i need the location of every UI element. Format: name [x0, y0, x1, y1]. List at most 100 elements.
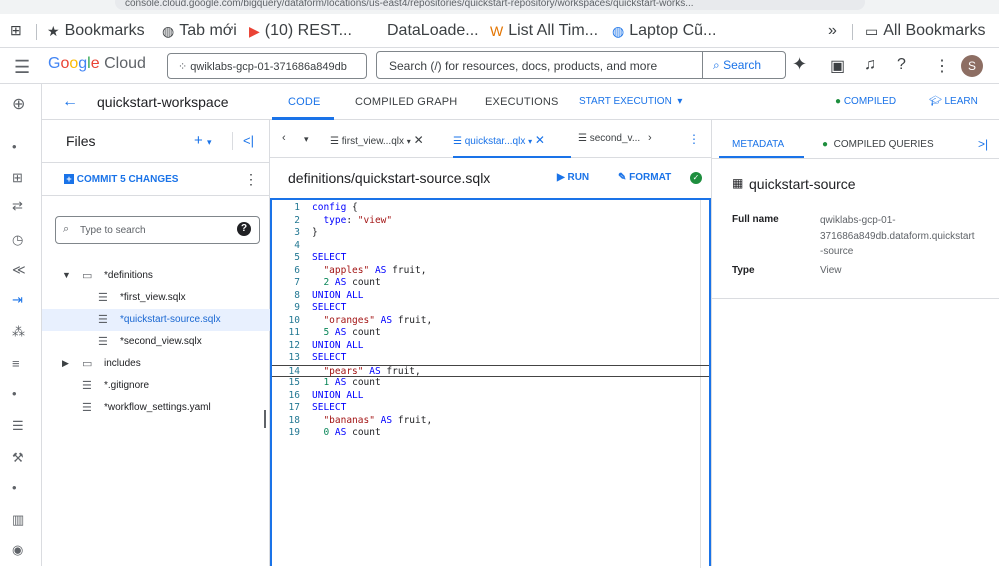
editor-tab-first-view[interactable]: ☰ first_view...qlx ▾ ✕ [330, 120, 424, 158]
more-vert-icon[interactable]: ⋮ [934, 56, 950, 76]
dot-icon[interactable]: • [12, 386, 17, 401]
help-icon[interactable]: ? [897, 56, 906, 74]
tree-folder-includes[interactable]: ▶ ▭ includes [42, 353, 270, 375]
more-vert-icon[interactable]: ⋮ [244, 171, 258, 188]
code-line[interactable]: 19 0 AS count [272, 427, 709, 440]
tab-scroll-right-icon[interactable]: › [648, 132, 652, 144]
google-cloud-logo[interactable]: Google Cloud [48, 55, 146, 73]
code-line[interactable]: 4 [272, 240, 709, 253]
dot-icon[interactable]: • [12, 480, 17, 495]
expand-right-icon[interactable]: ▶ [62, 358, 69, 369]
clock-icon[interactable]: ◷ [12, 232, 23, 248]
bookmark-tab-moi[interactable]: ◍ Tab mới [162, 22, 237, 40]
code-line[interactable]: 7 2 AS count [272, 277, 709, 290]
editor-tab-second-view[interactable]: ☰ second_v... [578, 120, 640, 158]
panel-resize-handle[interactable] [264, 410, 266, 428]
format-button[interactable]: ✎ FORMAT [618, 172, 671, 183]
pipelines-icon[interactable]: ≪ [12, 262, 26, 278]
gemini-sparkle-icon[interactable]: ✦ [792, 54, 807, 75]
code-line[interactable]: 1 config { [272, 202, 709, 215]
search-button[interactable]: ⌕ Search [702, 51, 786, 79]
transfers-icon[interactable]: ⇄ [12, 198, 23, 214]
editor-tab-quickstart-source[interactable]: ☰ quickstar...qlx ▾ ✕ [453, 120, 571, 158]
tab-compiled-graph[interactable]: COMPILED GRAPH [355, 96, 457, 108]
code-line[interactable]: 17 SELECT [272, 402, 709, 415]
compiled-status[interactable]: ● COMPILED [835, 96, 896, 107]
code-text: UNION ALL [312, 339, 364, 351]
more-vert-icon[interactable]: ⋮ [688, 132, 700, 146]
run-button[interactable]: ▶︎ RUN [557, 172, 589, 183]
address-bar[interactable]: console.cloud.google.com/bigquery/datafo… [115, 0, 865, 10]
wrench-icon[interactable]: ⚒ [12, 450, 24, 466]
code-line[interactable]: 12 UNION ALL [272, 340, 709, 353]
dropdown-arrow-icon[interactable]: ▾ [528, 137, 532, 146]
help-icon[interactable]: ? [237, 222, 251, 236]
avatar[interactable]: S [961, 55, 983, 77]
tree-file-second-view[interactable]: ☰ *second_view.sqlx [42, 331, 270, 353]
code-line[interactable]: 10 "oranges" AS fruit, [272, 315, 709, 328]
all-bookmarks[interactable]: ▭ All Bookmarks [865, 22, 985, 40]
bookmark-laptop[interactable]: ◍ Laptop Cũ... [612, 22, 716, 40]
dropdown-arrow-icon[interactable]: ▾ [407, 137, 411, 146]
bookmark-youtube[interactable]: ▶ (10) REST... [249, 22, 352, 40]
tab-code[interactable]: CODE [288, 96, 321, 108]
studio-icon[interactable]: ⊞ [12, 170, 23, 186]
back-arrow-icon[interactable]: ← [62, 93, 78, 111]
tree-file-gitignore[interactable]: ☰ *.gitignore [42, 375, 270, 397]
code-editor[interactable]: 1 config {2 type: "view" 3} 4 5 SELECT 6 "appl… [270, 198, 711, 568]
tree-file-quickstart-source[interactable]: ☰ *quickstart-source.sqlx [42, 309, 270, 331]
dot-icon[interactable]: • [12, 139, 17, 154]
code-line[interactable]: 2 type: "view" [272, 215, 709, 228]
code-line[interactable]: 9 SELECT [272, 302, 709, 315]
expand-down-icon[interactable]: ▼ [62, 270, 71, 280]
tab-list-dropdown-icon[interactable]: ▾ [304, 134, 309, 145]
hamburger-menu-icon[interactable]: ☰ [14, 57, 30, 78]
dataform-icon[interactable]: ⇥ [12, 292, 23, 308]
bookmark-bookmarks[interactable]: ★ Bookmarks [47, 22, 145, 40]
code-line[interactable]: 11 5 AS count [272, 327, 709, 340]
tree-folder-definitions[interactable]: ▼ ▭ *definitions [42, 265, 270, 287]
file-lines-icon: ☰ [578, 133, 587, 144]
tab-scroll-left-icon[interactable]: ‹ [282, 132, 286, 144]
full-name-label: Full name [732, 214, 779, 225]
start-execution-button[interactable]: START EXECUTION ▾ [579, 96, 682, 107]
graph-icon[interactable]: ⁂ [12, 324, 25, 340]
commit-button[interactable]: + COMMIT 5 CHANGES [64, 174, 178, 185]
analytics-icon[interactable]: ▥ [12, 512, 24, 528]
code-line[interactable]: 13 SELECT [272, 352, 709, 365]
code-line[interactable]: 14 "pears" AS fruit, [272, 364, 709, 377]
project-picker[interactable]: ⁘ qwiklabs-gcp-01-371686a849db [167, 53, 367, 79]
queue-icon[interactable]: ☰ [12, 418, 24, 434]
metadata-title: quickstart-source [749, 176, 856, 192]
tree-file-workflow-settings[interactable]: ☰ *workflow_settings.yaml [42, 397, 270, 419]
code-line[interactable]: 16 UNION ALL [272, 390, 709, 403]
cloud-shell-icon[interactable]: ▣ [830, 56, 845, 76]
code-line[interactable]: 5 SELECT [272, 252, 709, 265]
bookmark-dataloader[interactable]: DataLoade... [387, 22, 479, 40]
bigquery-logo-icon[interactable]: ⊕ [12, 94, 25, 114]
code-line[interactable]: 15 1 AS count [272, 377, 709, 390]
notifications-bell-icon[interactable]: ♫ [864, 56, 876, 74]
collapse-panel-icon[interactable]: >| [978, 137, 988, 151]
globe-icon: ◍ [612, 22, 625, 39]
list-icon[interactable]: ≡ [12, 356, 20, 371]
compass-icon[interactable]: ◉ [12, 542, 23, 558]
close-icon[interactable]: ✕ [535, 133, 545, 147]
add-file-button[interactable]: + ▾ [194, 132, 211, 149]
code-line[interactable]: 8 UNION ALL [272, 290, 709, 303]
apps-grid-icon[interactable]: ⊞ [10, 22, 22, 39]
tab-compiled-queries[interactable]: ● COMPILED QUERIES [822, 139, 934, 150]
tab-metadata[interactable]: METADATA [732, 139, 784, 150]
code-line[interactable]: 18 "bananas" AS fruit, [272, 415, 709, 428]
code-line[interactable]: 6 "apples" AS fruit, [272, 265, 709, 278]
code-line[interactable]: 3} [272, 227, 709, 240]
bookmarks-overflow[interactable]: » [828, 22, 837, 40]
file-search-input[interactable]: ⌕ Type to search ? [55, 216, 260, 244]
close-icon[interactable]: ✕ [414, 133, 424, 147]
tree-file-first-view[interactable]: ☰ *first_view.sqlx [42, 287, 270, 309]
learn-button[interactable]: 🎓︎ LEARN [929, 96, 978, 107]
code-text: 5 AS count [323, 327, 381, 338]
bookmark-list-all-time[interactable]: W List All Tim... [490, 22, 598, 40]
tab-executions[interactable]: EXECUTIONS [485, 96, 559, 108]
collapse-panel-icon[interactable]: <| [243, 133, 254, 148]
